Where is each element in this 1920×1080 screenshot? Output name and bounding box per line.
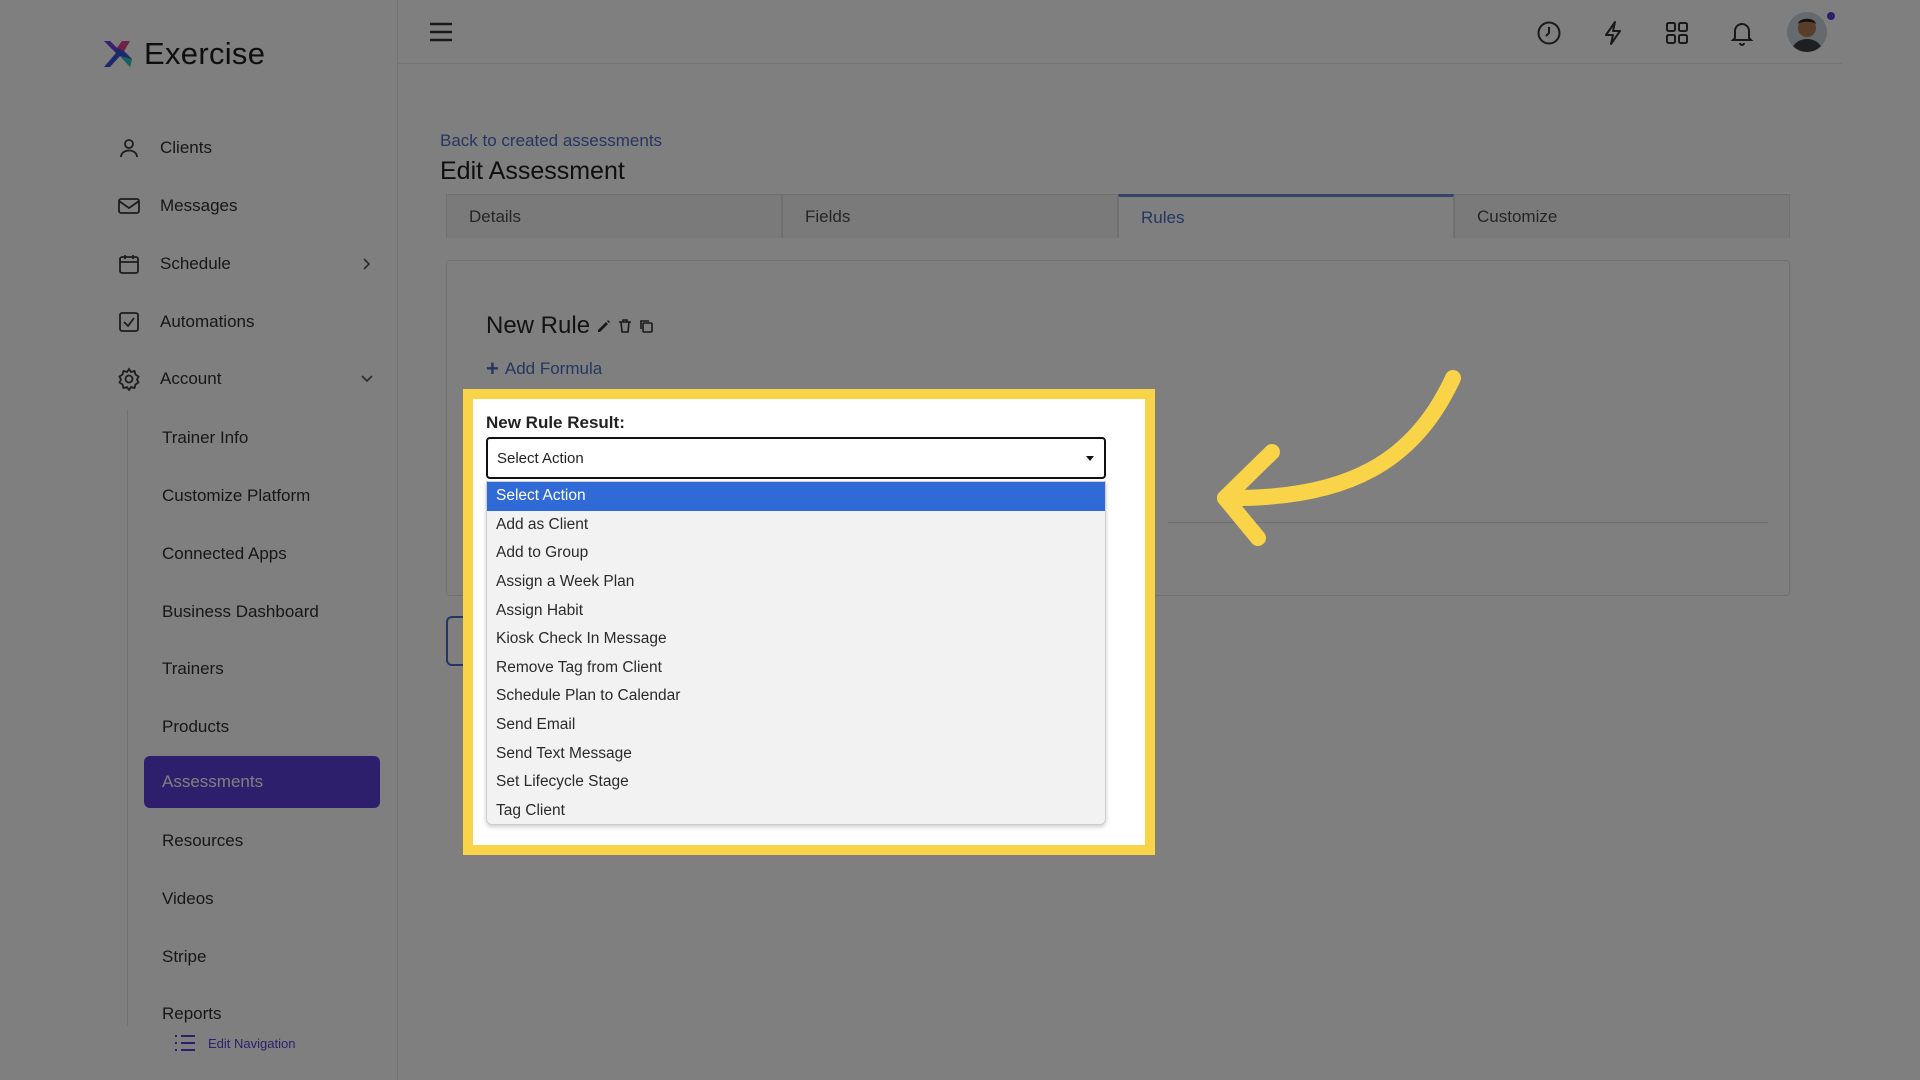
option-label: Assign a Week Plan — [496, 573, 634, 591]
option-label: Send Email — [496, 716, 575, 734]
option-label: Schedule Plan to Calendar — [496, 687, 680, 705]
option-assign-habit[interactable]: Assign Habit — [487, 596, 1105, 625]
option-label: Assign Habit — [496, 602, 583, 620]
option-remove-tag-from-client[interactable]: Remove Tag from Client — [487, 654, 1105, 683]
option-set-lifecycle-stage[interactable]: Set Lifecycle Stage — [487, 768, 1105, 797]
option-tag-client[interactable]: Tag Client — [487, 797, 1105, 826]
option-label: Add as Client — [496, 516, 588, 534]
rule-result-label: New Rule Result: — [486, 413, 625, 433]
option-assign-week-plan[interactable]: Assign a Week Plan — [487, 568, 1105, 597]
option-label: Select Action — [496, 487, 586, 505]
option-label: Set Lifecycle Stage — [496, 773, 629, 791]
curved-arrow-annotation — [1200, 360, 1480, 560]
action-dropdown-list: Select Action Add as Client Add to Group… — [486, 481, 1106, 825]
option-label: Send Text Message — [496, 745, 632, 763]
option-send-text-message[interactable]: Send Text Message — [487, 739, 1105, 768]
option-schedule-plan-to-calendar[interactable]: Schedule Plan to Calendar — [487, 682, 1105, 711]
action-select[interactable]: Select Action — [486, 437, 1106, 479]
option-kiosk-check-in-message[interactable]: Kiosk Check In Message — [487, 625, 1105, 654]
option-label: Tag Client — [496, 802, 565, 820]
option-add-to-group[interactable]: Add to Group — [487, 539, 1105, 568]
option-label: Remove Tag from Client — [496, 659, 662, 677]
option-add-as-client[interactable]: Add as Client — [487, 511, 1105, 540]
option-label: Kiosk Check In Message — [496, 630, 667, 648]
option-select-action[interactable]: Select Action — [487, 482, 1105, 511]
option-send-email[interactable]: Send Email — [487, 711, 1105, 740]
caret-down-icon — [1086, 456, 1094, 461]
action-select-value: Select Action — [497, 450, 584, 467]
option-label: Add to Group — [496, 544, 588, 562]
